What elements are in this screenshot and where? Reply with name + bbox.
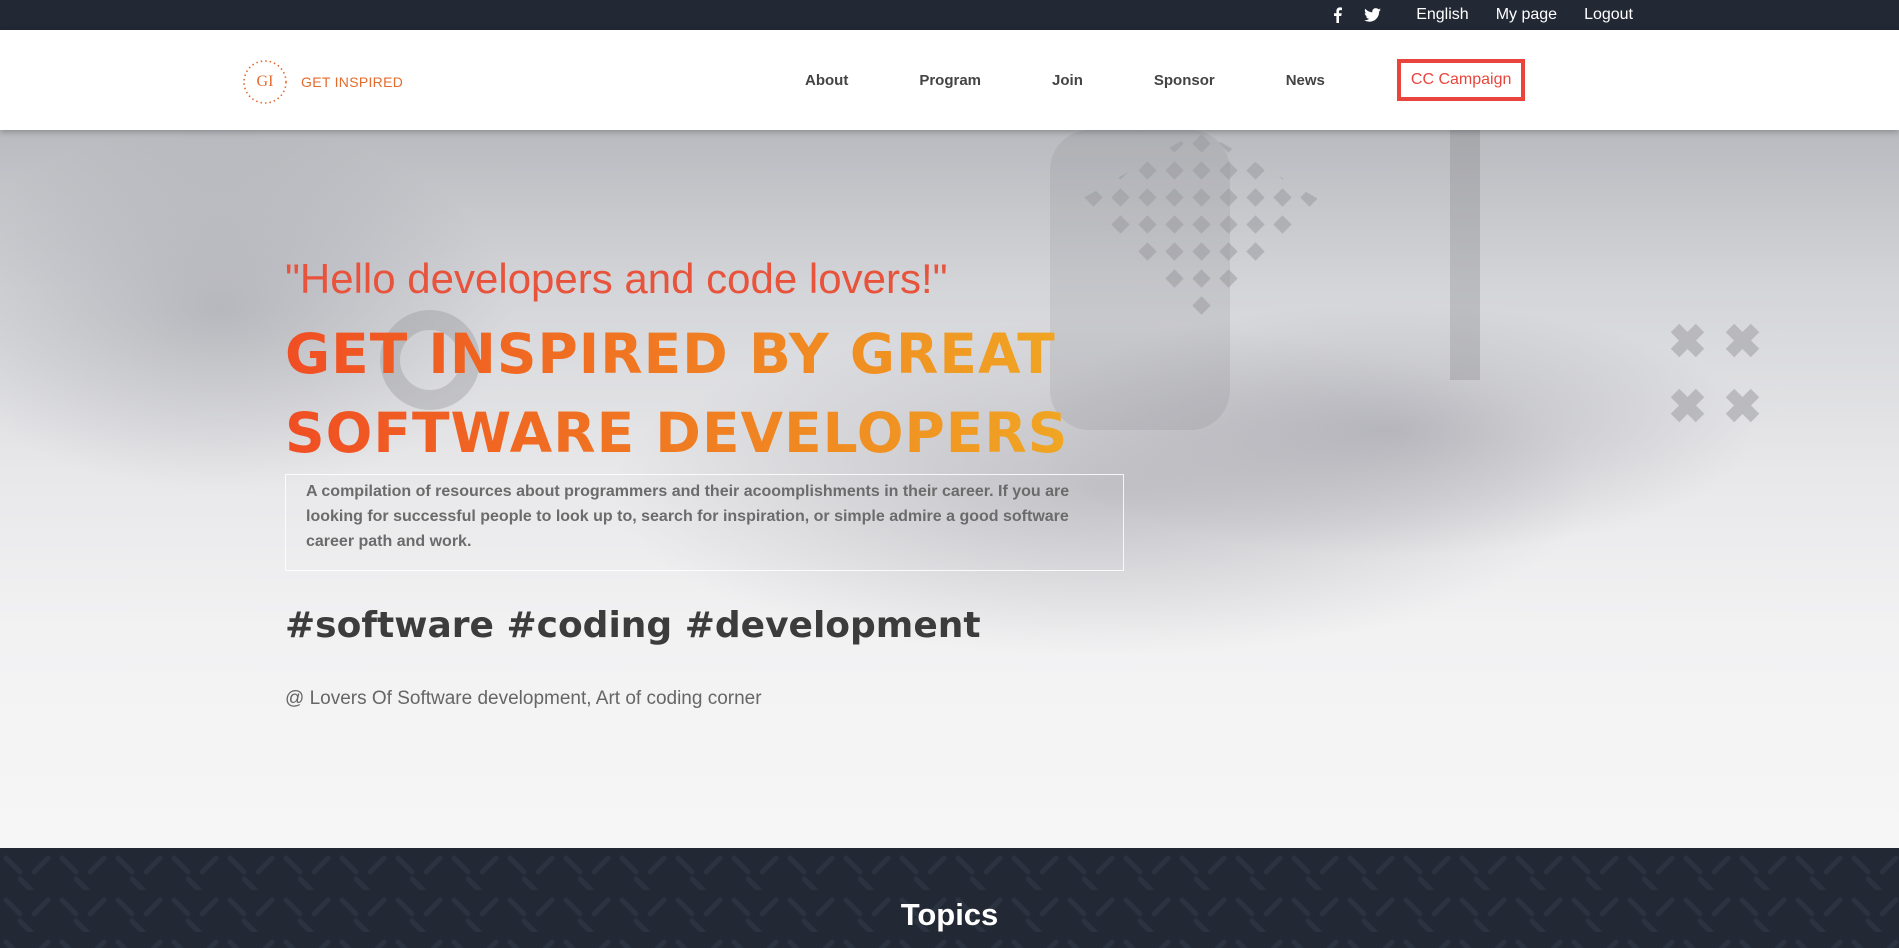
my-page-link[interactable]: My page	[1496, 6, 1557, 24]
facebook-link[interactable]	[1333, 7, 1343, 23]
topics-heading: Topics	[900, 897, 999, 932]
nav-item-program[interactable]: Program	[919, 72, 981, 89]
hero-headline-line-2: SOFTWARE DEVELOPERS	[285, 401, 1069, 465]
nav-item-about[interactable]: About	[805, 72, 848, 89]
hero-section: "Hello developers and code lovers!" GET …	[0, 130, 1899, 848]
nav-item-sponsor[interactable]: Sponsor	[1154, 72, 1215, 89]
site-logo[interactable]: GI GET INSPIRED	[241, 58, 403, 106]
language-selector[interactable]: English	[1416, 6, 1468, 24]
hero-quote: "Hello developers and code lovers!"	[285, 255, 948, 302]
logout-link[interactable]: Logout	[1584, 6, 1633, 24]
nav-item-news[interactable]: News	[1286, 72, 1325, 89]
cc-campaign-button[interactable]: CC Campaign	[1396, 59, 1526, 101]
main-nav: About Program Join Sponsor News CC Campa…	[805, 30, 1526, 130]
twitter-link[interactable]	[1364, 8, 1382, 22]
logo-mark: GI	[241, 58, 289, 106]
logo-text: GET INSPIRED	[301, 74, 404, 90]
hero-headline: GET INSPIRED BY GREAT SOFTWARE DEVELOPER…	[285, 315, 1068, 473]
hero-description: A compilation of resources about program…	[285, 474, 1124, 571]
logo-initials: GI	[256, 73, 274, 90]
facebook-icon	[1333, 7, 1343, 23]
hero-headline-line-1: GET INSPIRED BY GREAT	[285, 322, 1056, 386]
nav-item-join[interactable]: Join	[1052, 72, 1083, 89]
hero-byline: @ Lovers Of Software development, Art of…	[285, 688, 762, 709]
top-utility-bar: English My page Logout	[0, 0, 1899, 30]
twitter-icon	[1364, 8, 1382, 22]
topics-section: Topics	[0, 848, 1899, 948]
hero-hashtags: #software #coding #development	[285, 605, 981, 646]
main-header: GI GET INSPIRED About Program Join Spons…	[0, 30, 1899, 130]
social-links	[1333, 7, 1382, 23]
top-utility-links: English My page Logout	[1333, 0, 1633, 30]
